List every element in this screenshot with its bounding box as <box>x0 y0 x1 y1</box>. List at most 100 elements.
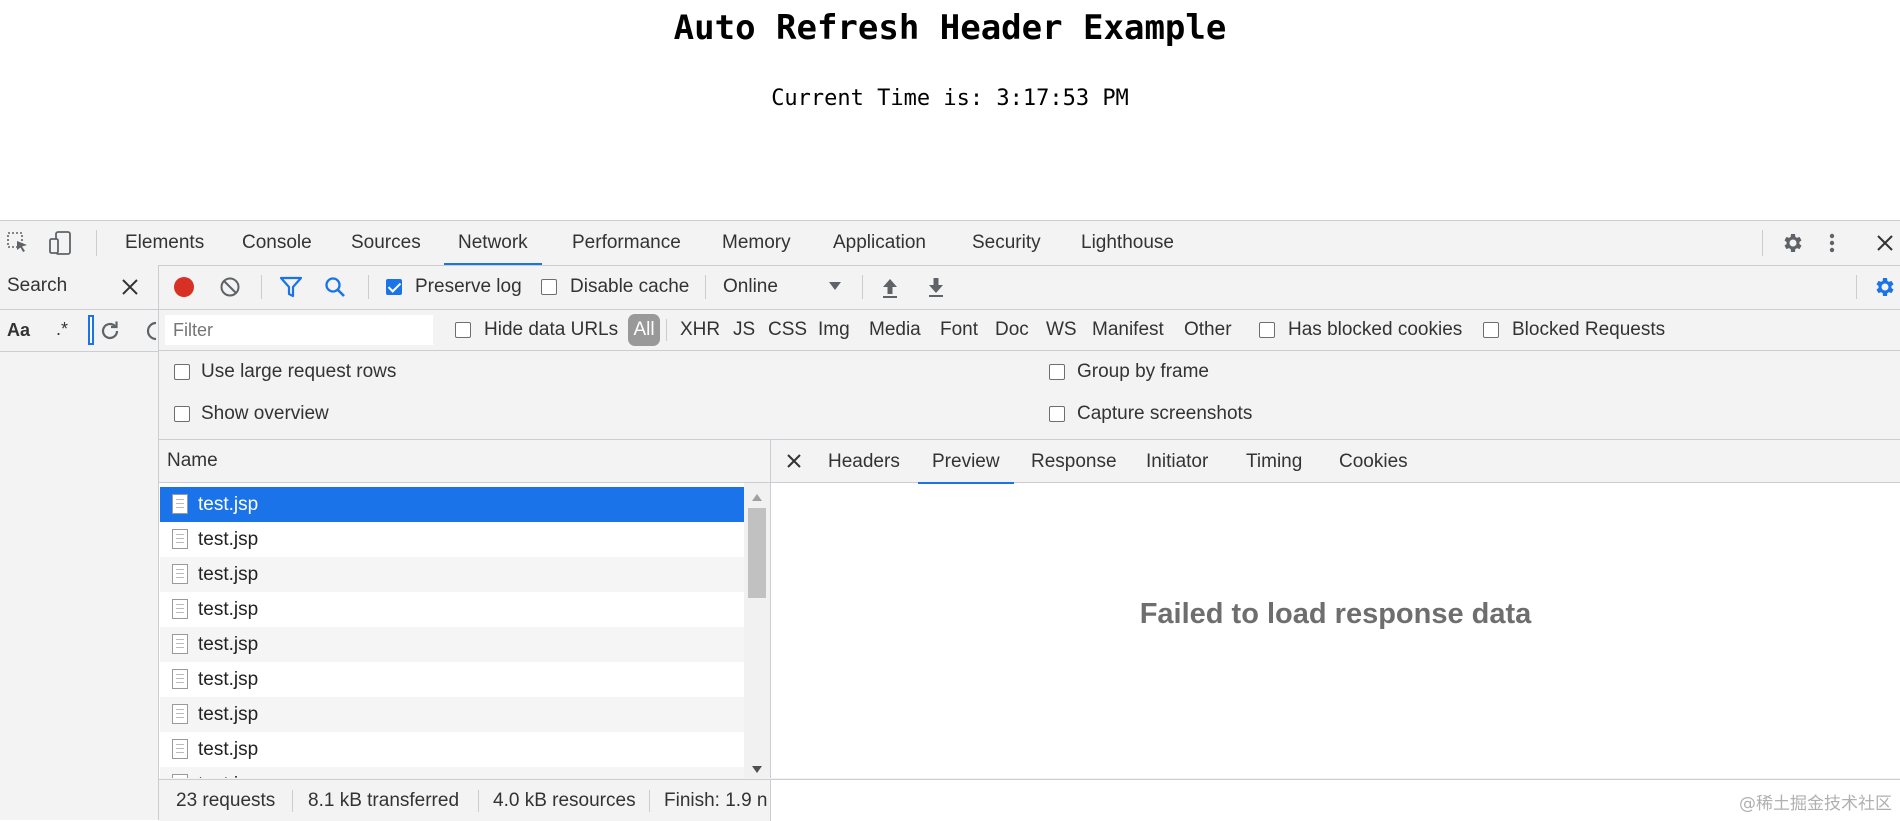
tab-elements[interactable]: Elements <box>123 221 206 265</box>
finish-time: Finish: 1.9 n <box>664 790 768 811</box>
scroll-down-icon[interactable] <box>752 766 762 774</box>
filter-type-all[interactable]: All <box>628 314 660 346</box>
group-by-frame-checkbox[interactable] <box>1049 364 1065 380</box>
request-row[interactable]: test.jsp <box>160 557 744 592</box>
more-options-icon[interactable] <box>1826 231 1838 255</box>
filter-type-ws[interactable]: WS <box>1046 319 1077 341</box>
has-blocked-cookies-checkbox[interactable] <box>1259 322 1275 338</box>
blocked-requests-label: Blocked Requests <box>1512 319 1666 340</box>
search-panel-title: Search <box>7 275 68 296</box>
preserve-log-checkbox[interactable] <box>386 279 402 295</box>
large-rows-checkbox[interactable] <box>174 364 190 380</box>
hide-data-urls-checkbox[interactable] <box>455 322 471 338</box>
filter-type-doc[interactable]: Doc <box>995 319 1029 341</box>
tab-memory[interactable]: Memory <box>720 221 793 265</box>
filter-type-other[interactable]: Other <box>1184 319 1232 341</box>
current-time-text: Current Time is: 3:17:53 PM <box>771 86 1129 111</box>
watermark: @稀土掘金技术社区 <box>1739 794 1892 814</box>
document-icon <box>172 634 188 654</box>
clear-icon[interactable] <box>219 276 241 298</box>
filter-type-font[interactable]: Font <box>940 319 978 341</box>
filter-type-css[interactable]: CSS <box>768 319 807 341</box>
filter-type-media[interactable]: Media <box>869 319 921 341</box>
document-icon <box>172 774 188 778</box>
close-devtools-icon[interactable] <box>1875 233 1895 253</box>
document-icon <box>172 529 188 549</box>
detail-tab-initiator[interactable]: Initiator <box>1146 440 1208 484</box>
tab-console[interactable]: Console <box>240 221 314 265</box>
document-icon <box>172 494 188 514</box>
detail-tab-cookies[interactable]: Cookies <box>1339 440 1408 484</box>
match-case-toggle[interactable]: Aa <box>7 320 30 341</box>
detail-bottom-strip <box>771 779 1900 821</box>
request-detail-pane: Headers Preview Response Initiator Timin… <box>771 440 1900 778</box>
tab-security[interactable]: Security <box>970 221 1043 265</box>
request-row[interactable]: test.jsp <box>160 697 744 732</box>
scrollbar-thumb[interactable] <box>748 508 766 598</box>
filter-bar: Hide data URLs All XHR JS CSS Img Media … <box>159 310 1900 351</box>
clear-search-icon[interactable] <box>142 320 158 342</box>
request-row[interactable]: test.jsp <box>160 662 744 697</box>
detail-tab-response[interactable]: Response <box>1031 440 1117 484</box>
request-count: 23 requests <box>176 790 276 811</box>
document-icon <box>172 739 188 759</box>
page-title: Auto Refresh Header Example <box>673 8 1227 48</box>
regex-toggle[interactable]: .* <box>56 319 68 340</box>
detail-tab-timing[interactable]: Timing <box>1246 440 1302 484</box>
tab-sources[interactable]: Sources <box>349 221 423 265</box>
close-detail-icon[interactable] <box>787 454 801 468</box>
filter-icon[interactable] <box>279 276 303 298</box>
detail-tab-headers[interactable]: Headers <box>828 440 900 484</box>
disable-cache-checkbox[interactable] <box>541 279 557 295</box>
request-row[interactable]: test.jsp <box>160 767 744 778</box>
filter-input[interactable] <box>165 315 433 345</box>
refresh-search-icon[interactable] <box>99 320 121 342</box>
network-settings-icon[interactable] <box>1872 275 1896 299</box>
document-icon <box>172 564 188 584</box>
document-icon <box>172 704 188 724</box>
request-row[interactable]: test.jsp <box>160 627 744 662</box>
close-search-icon[interactable] <box>121 278 139 296</box>
filter-type-xhr[interactable]: XHR <box>680 319 720 341</box>
name-column-header[interactable]: Name <box>167 450 218 472</box>
requests-scrollbar[interactable] <box>744 483 770 778</box>
network-toolbar: Preserve log Disable cache Online <box>159 265 1900 310</box>
search-input[interactable] <box>88 315 94 345</box>
request-row[interactable]: test.jsp <box>160 522 744 557</box>
has-blocked-cookies-label: Has blocked cookies <box>1288 319 1463 340</box>
detail-tab-preview[interactable]: Preview <box>918 440 1014 484</box>
filter-type-img[interactable]: Img <box>818 319 850 341</box>
filter-type-js[interactable]: JS <box>733 319 755 341</box>
settings-gear-icon[interactable] <box>1780 231 1804 255</box>
chevron-down-icon[interactable] <box>828 281 842 291</box>
import-har-icon[interactable] <box>880 275 900 299</box>
capture-screenshots-label: Capture screenshots <box>1077 403 1253 424</box>
devtools-tab-bar: Elements Console Sources Network Perform… <box>0 221 1900 266</box>
hide-data-urls-label: Hide data URLs <box>484 319 619 340</box>
record-button[interactable] <box>174 277 194 297</box>
scroll-up-icon[interactable] <box>752 493 762 501</box>
requests-header: Name <box>159 440 771 483</box>
detail-tab-bar: Headers Preview Response Initiator Timin… <box>771 440 1900 484</box>
request-row[interactable]: test.jsp <box>160 732 744 767</box>
disable-cache-label: Disable cache <box>570 276 690 297</box>
show-overview-checkbox[interactable] <box>174 406 190 422</box>
export-har-icon[interactable] <box>926 275 946 299</box>
tab-network[interactable]: Network <box>444 221 542 265</box>
blocked-requests-checkbox[interactable] <box>1483 322 1499 338</box>
group-by-frame-label: Group by frame <box>1077 361 1209 382</box>
request-row[interactable]: test.jsp <box>160 592 744 627</box>
throttling-select[interactable]: Online <box>723 276 778 298</box>
request-row[interactable]: test.jsp <box>160 487 744 522</box>
inspect-element-icon[interactable] <box>6 231 30 255</box>
search-icon[interactable] <box>324 276 346 298</box>
resources-size: 4.0 kB resources <box>493 790 636 811</box>
tab-lighthouse[interactable]: Lighthouse <box>1079 221 1176 265</box>
requests-list: test.jsp test.jsp test.jsp test.jsp test… <box>159 483 771 778</box>
device-toolbar-icon[interactable] <box>48 231 74 255</box>
tab-performance[interactable]: Performance <box>570 221 683 265</box>
document-icon <box>172 599 188 619</box>
tab-application[interactable]: Application <box>831 221 928 265</box>
capture-screenshots-checkbox[interactable] <box>1049 406 1065 422</box>
filter-type-manifest[interactable]: Manifest <box>1092 319 1164 341</box>
